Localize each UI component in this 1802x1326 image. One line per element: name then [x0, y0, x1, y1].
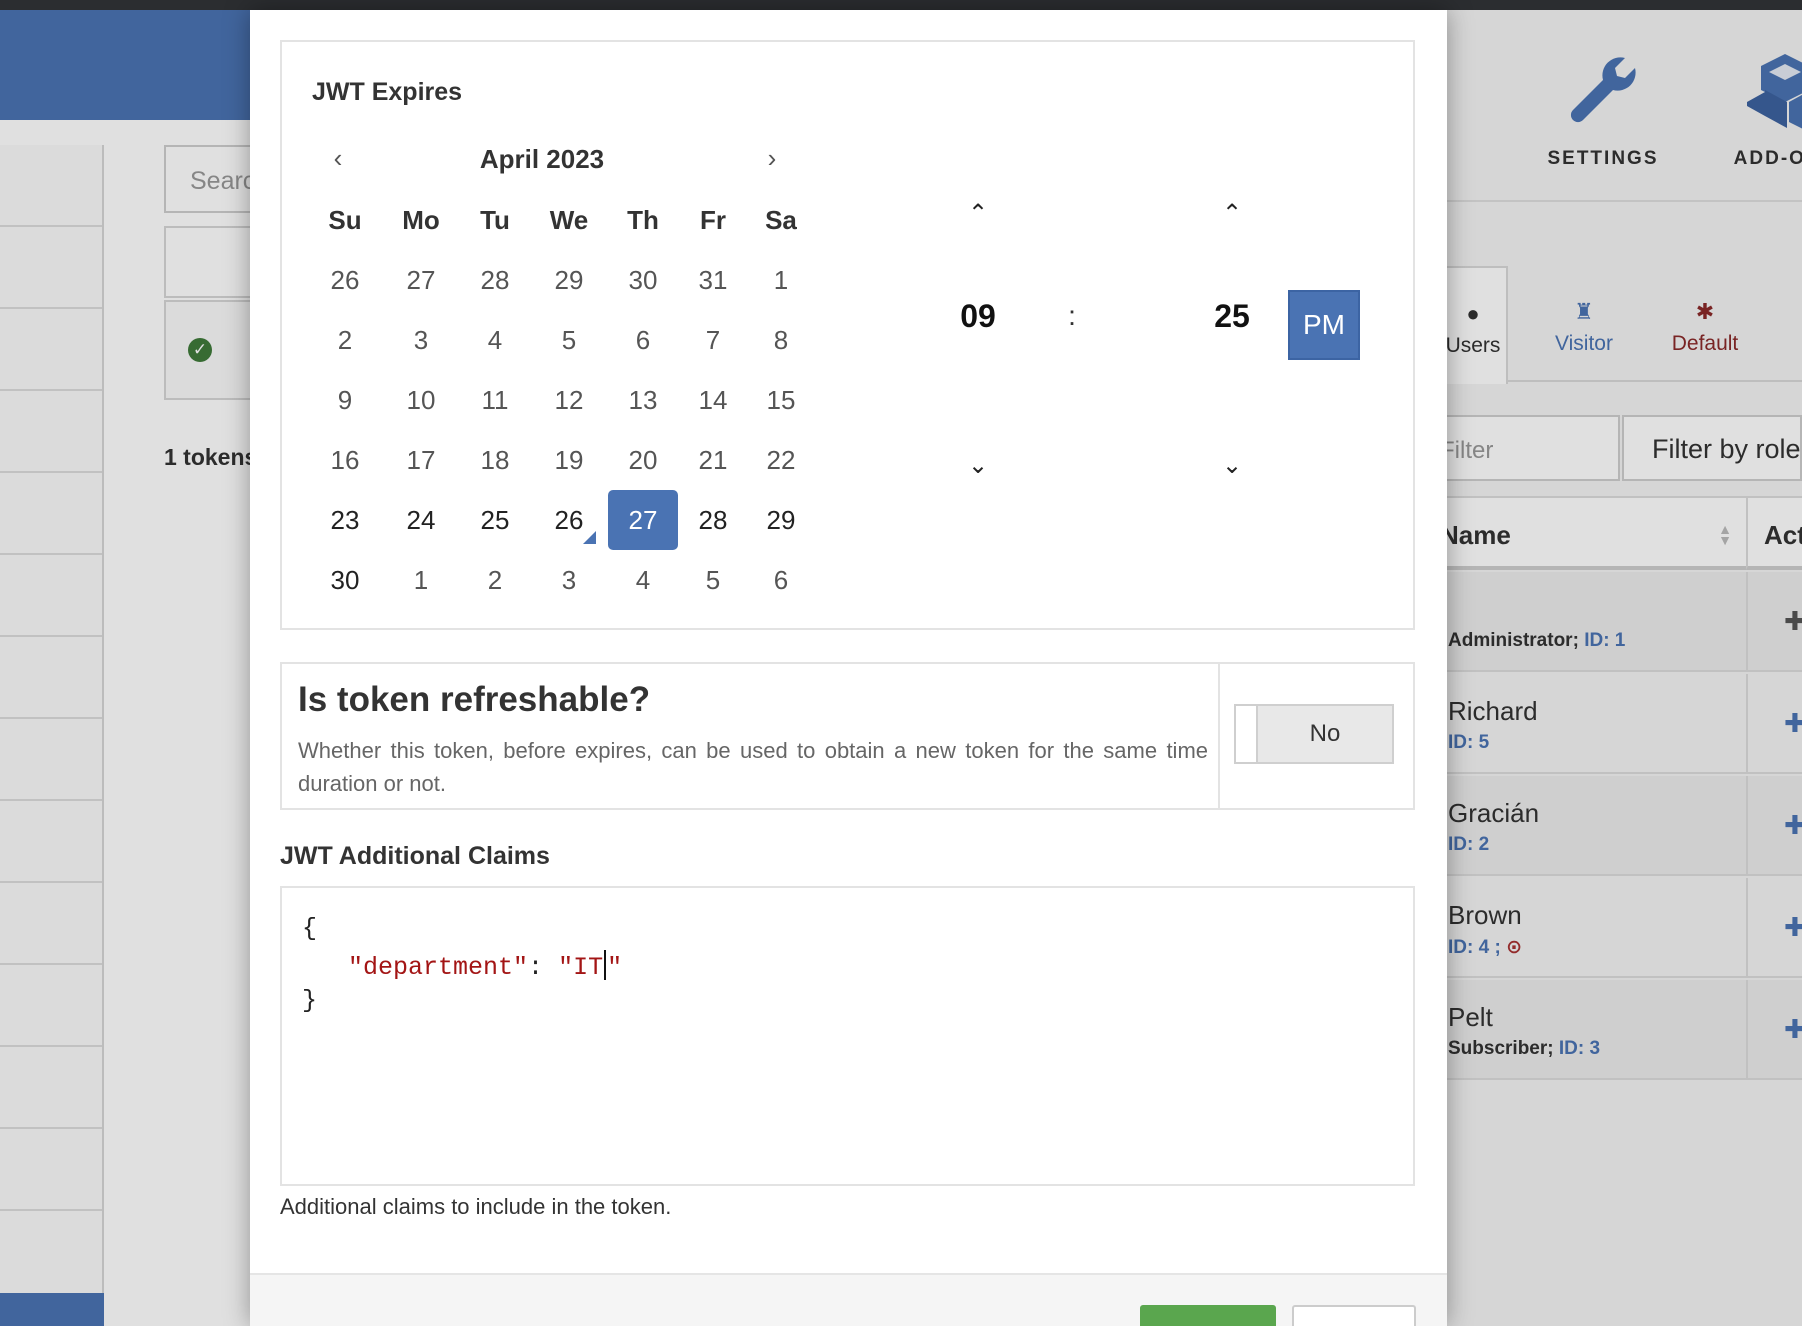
refreshable-title: Is token refreshable? [298, 680, 651, 719]
weekday-header: Tu [480, 205, 510, 235]
code-key: "department" [348, 953, 529, 982]
calendar-day[interactable]: 26 [534, 492, 604, 548]
weekday-header: Su [328, 205, 362, 235]
code-line: "department": "IT " [348, 950, 622, 982]
calendar-day[interactable]: 19 [534, 432, 604, 488]
browser-top-bar [0, 0, 1802, 10]
calendar-day[interactable]: 15 [746, 372, 816, 428]
calendar-day[interactable]: 22 [746, 432, 816, 488]
code-value-end: " [607, 953, 623, 982]
calendar-day[interactable]: 3 [386, 312, 456, 368]
time-separator: : [1068, 300, 1076, 331]
refreshable-panel: Is token refreshable? Whether this token… [280, 662, 1415, 810]
calendar-day[interactable]: 26 [310, 252, 380, 308]
calendar-day[interactable]: 5 [678, 552, 748, 608]
weekday-header: We [549, 205, 589, 235]
calendar-day[interactable]: 7 [678, 312, 748, 368]
weekday-header: Mo [402, 205, 440, 235]
calendar-day[interactable]: 10 [386, 372, 456, 428]
calendar-day[interactable]: 8 [746, 312, 816, 368]
hour-increment-button[interactable]: ⌃ [958, 194, 998, 234]
minute-decrement-button[interactable]: ⌄ [1212, 446, 1252, 486]
hour-value[interactable]: 09 [938, 298, 1018, 335]
calendar-day[interactable]: 29 [534, 252, 604, 308]
code-line: } [302, 986, 318, 1015]
token-modal: JWT Expires ‹ April 2023 › Su Mo Tu We Th Fr S… [250, 10, 1447, 1326]
submit-button[interactable] [1140, 1305, 1276, 1326]
minute-increment-button[interactable]: ⌃ [1212, 194, 1252, 234]
calendar-day[interactable]: 20 [608, 432, 678, 488]
calendar-day[interactable]: 30 [608, 252, 678, 308]
calendar-day[interactable]: 24 [386, 492, 456, 548]
calendar-day[interactable]: 31 [678, 252, 748, 308]
today-marker [583, 531, 596, 544]
calendar-day[interactable]: 4 [460, 312, 530, 368]
calendar-day[interactable]: 18 [460, 432, 530, 488]
toggle-label: No [1258, 706, 1392, 762]
next-month-button[interactable]: › [752, 138, 792, 178]
calendar-day[interactable]: 4 [608, 552, 678, 608]
claims-title: JWT Additional Claims [280, 842, 550, 870]
claims-code-editor[interactable]: { "department": "IT " } [280, 886, 1415, 1186]
calendar-day[interactable]: 3 [534, 552, 604, 608]
panel-divider [1218, 664, 1220, 808]
prev-month-button[interactable]: ‹ [318, 138, 358, 178]
calendar-day[interactable]: 21 [678, 432, 748, 488]
calendar-day[interactable]: 9 [310, 372, 380, 428]
hour-decrement-button[interactable]: ⌄ [958, 446, 998, 486]
expires-panel: JWT Expires ‹ April 2023 › Su Mo Tu We Th Fr S… [280, 40, 1415, 630]
calendar-day[interactable]: 6 [746, 552, 816, 608]
calendar-day[interactable]: 11 [460, 372, 530, 428]
calendar-day[interactable]: 1 [746, 252, 816, 308]
calendar-day[interactable]: 1 [386, 552, 456, 608]
calendar-day[interactable]: 16 [310, 432, 380, 488]
calendar-day[interactable]: 23 [310, 492, 380, 548]
minute-value[interactable]: 25 [1192, 298, 1272, 335]
calendar-day[interactable]: 2 [310, 312, 380, 368]
weekday-header: Sa [765, 205, 797, 235]
calendar-day[interactable]: 17 [386, 432, 456, 488]
calendar-day[interactable]: 30 [310, 552, 380, 608]
text-caret [604, 950, 607, 980]
ampm-toggle-button[interactable]: PM [1288, 290, 1360, 360]
calendar-day[interactable]: 29 [746, 492, 816, 548]
cancel-button[interactable] [1292, 1305, 1416, 1326]
calendar-day[interactable]: 12 [534, 372, 604, 428]
calendar-day[interactable]: 13 [608, 372, 678, 428]
refreshable-description: Whether this token, before expires, can … [298, 738, 1208, 796]
calendar-day[interactable]: 2 [460, 552, 530, 608]
weekday-header: Th [627, 205, 659, 235]
refreshable-toggle[interactable]: No [1234, 704, 1394, 764]
calendar-day[interactable]: 5 [534, 312, 604, 368]
toggle-knob[interactable] [1236, 706, 1258, 762]
calendar-day-selected[interactable]: 27 [608, 490, 678, 550]
code-value: "IT [558, 953, 604, 982]
weekday-header: Fr [700, 205, 726, 235]
code-colon: : [528, 953, 544, 982]
calendar-day[interactable]: 6 [608, 312, 678, 368]
calendar-day[interactable]: 25 [460, 492, 530, 548]
calendar-day[interactable]: 14 [678, 372, 748, 428]
calendar-day[interactable]: 28 [678, 492, 748, 548]
modal-footer [250, 1273, 1447, 1326]
code-line: { [302, 914, 318, 943]
calendar-day[interactable]: 27 [386, 252, 456, 308]
calendar-day[interactable]: 28 [460, 252, 530, 308]
claims-help-text: Additional claims to include in the toke… [280, 1194, 672, 1219]
expires-title: JWT Expires [312, 78, 463, 106]
calendar-month-label[interactable]: April 2023 [382, 144, 702, 175]
